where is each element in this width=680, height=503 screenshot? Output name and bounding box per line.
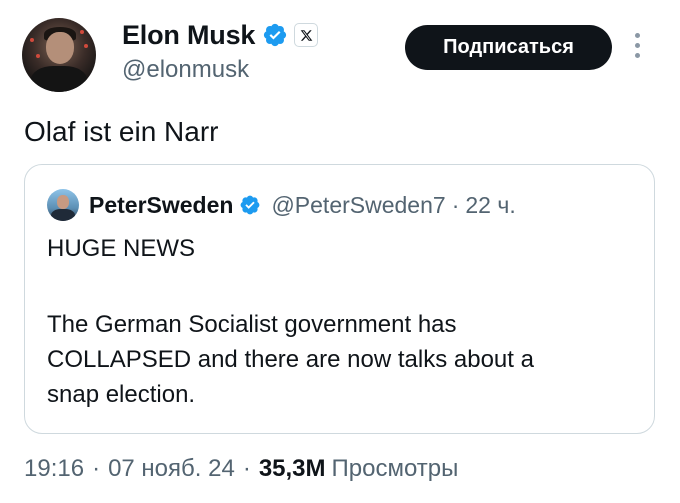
footer-separator: · — [242, 455, 251, 482]
quote-author-avatar[interactable] — [47, 189, 79, 221]
x-logo-icon — [294, 23, 319, 47]
tweet-footer: 19:16 · 07 нояб. 24 · 35,3M Просмотры — [24, 455, 458, 483]
quote-text-line: The German Socialist government has — [47, 311, 457, 338]
quoted-tweet[interactable]: PeterSweden @PeterSweden7 · 22 ч. HUGE N… — [24, 164, 655, 434]
tweet-text: Olaf ist ein Narr — [24, 116, 219, 147]
quote-separator: · — [451, 191, 460, 218]
quote-text-line: COLLAPSED and there are now talks about … — [47, 346, 534, 373]
author-display-name[interactable]: Elon Musk — [122, 20, 255, 51]
tweet-time[interactable]: 19:16 — [24, 455, 84, 483]
more-options-icon[interactable] — [632, 33, 642, 63]
verified-badge-icon — [241, 195, 260, 215]
tweet: Elon Musk @elonmusk Подписаться Olaf ist… — [0, 0, 680, 503]
author-avatar[interactable] — [22, 18, 96, 92]
quote-author-name[interactable]: PeterSweden — [89, 192, 233, 219]
quote-text-line: snap election. — [47, 381, 196, 408]
footer-separator: · — [92, 455, 101, 482]
quote-text-line: HUGE NEWS — [47, 235, 196, 262]
tweet-date[interactable]: 07 нояб. 24 — [108, 455, 235, 483]
quote-timestamp[interactable]: 22 ч. — [465, 192, 515, 219]
author-name-row: Elon Musk — [122, 18, 319, 52]
author-handle[interactable]: @elonmusk — [122, 56, 249, 84]
quote-header: PeterSweden @PeterSweden7 · 22 ч. — [47, 189, 516, 221]
quote-author-handle[interactable]: @PeterSweden7 — [271, 192, 445, 219]
verified-badge-icon — [264, 23, 287, 47]
view-count[interactable]: 35,3M — [259, 455, 326, 483]
views-label: Просмотры — [331, 455, 459, 482]
follow-button[interactable]: Подписаться — [405, 25, 612, 70]
